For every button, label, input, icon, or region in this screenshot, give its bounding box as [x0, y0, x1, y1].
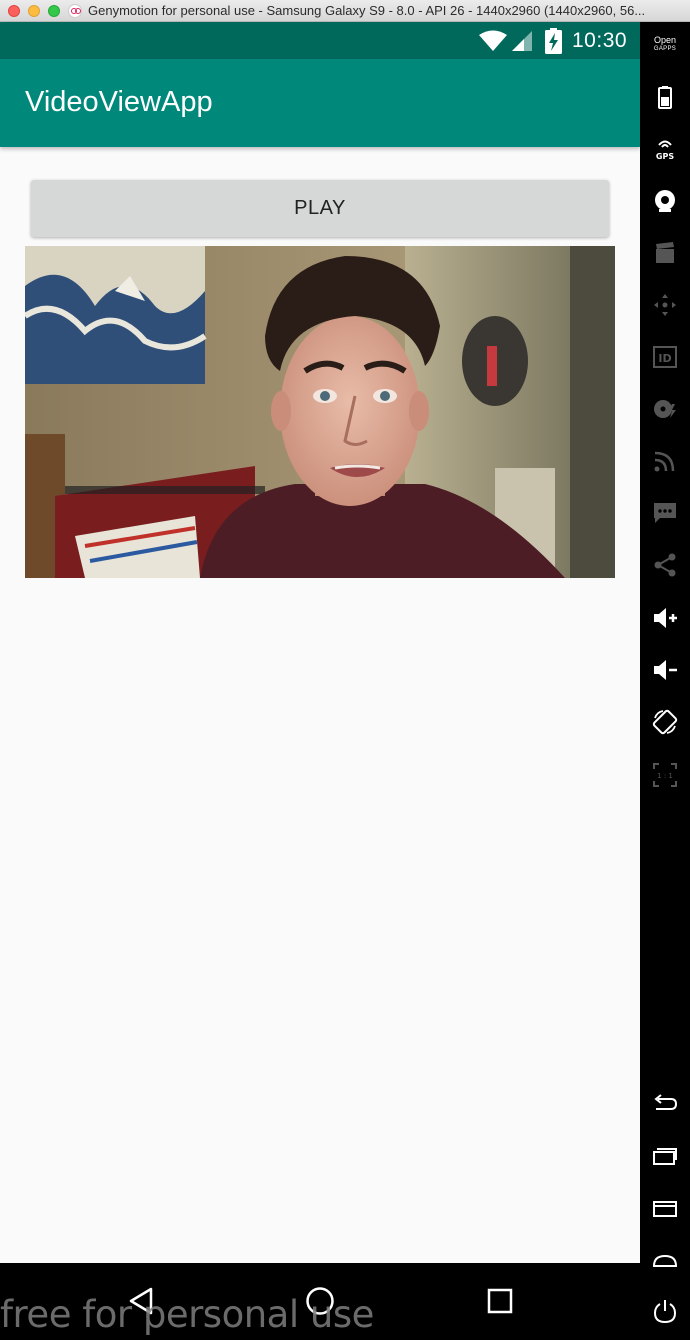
cell-signal-icon	[512, 31, 532, 51]
opengapps-label-line1: Open	[653, 35, 677, 45]
menu-icon	[653, 1201, 677, 1217]
status-clock: 10:30	[572, 29, 628, 52]
app-content: PLAY	[0, 147, 640, 1263]
app-title: VideoViewApp	[25, 86, 213, 118]
gps-icon: GPS	[656, 140, 674, 161]
volume-down-icon	[654, 660, 677, 680]
share-icon	[654, 553, 676, 577]
pixel-perfect-icon: 1 : 1	[653, 763, 677, 787]
back-arrow-icon	[654, 1094, 678, 1110]
pixel-perfect-label: 1 : 1	[657, 772, 673, 780]
home-icon	[652, 1254, 678, 1267]
battery-icon	[658, 86, 672, 109]
message-icon	[654, 503, 676, 523]
volume-down-button[interactable]	[652, 657, 678, 683]
opengapps-label-line2: GAPPS	[653, 46, 677, 52]
battery-charging-icon	[545, 28, 562, 54]
android-home-button[interactable]	[652, 1246, 678, 1272]
android-back-button[interactable]	[652, 1090, 678, 1116]
window-maximize-button[interactable]	[48, 5, 60, 17]
pixel-perfect-button[interactable]: 1 : 1	[652, 762, 678, 788]
play-button[interactable]: PLAY	[31, 180, 609, 237]
id-icon: ID	[653, 346, 677, 368]
rotate-icon	[652, 709, 678, 735]
nav-recents-icon[interactable]	[487, 1288, 513, 1314]
volume-up-icon	[654, 608, 677, 628]
android-menu-button[interactable]	[652, 1194, 678, 1220]
genymotion-toolbar: Open GAPPS GPS ID 1: 1	[640, 22, 690, 1340]
id-label: ID	[658, 352, 671, 365]
webcam-icon	[655, 190, 675, 212]
disk-io-icon	[654, 400, 676, 418]
clapperboard-icon	[656, 242, 674, 263]
genymotion-watermark: free for personal use	[0, 1293, 374, 1336]
power-icon	[653, 1300, 677, 1324]
dpad-widget-button[interactable]	[652, 292, 678, 318]
video-view[interactable]	[25, 246, 615, 578]
disk-io-button[interactable]	[652, 396, 678, 422]
android-status-bar: 10:30	[0, 22, 640, 59]
dpad-icon	[654, 294, 676, 316]
rotate-button[interactable]	[652, 709, 678, 735]
device-id-button[interactable]: ID	[652, 344, 678, 370]
power-button[interactable]	[652, 1298, 678, 1324]
opengapps-button[interactable]: Open GAPPS	[646, 36, 684, 54]
screen-capture-button[interactable]	[652, 240, 678, 266]
window-minimize-button[interactable]	[28, 5, 40, 17]
window-title: Genymotion for personal use - Samsung Ga…	[88, 3, 646, 18]
volume-up-button[interactable]	[652, 605, 678, 631]
battery-widget-button[interactable]	[652, 84, 678, 110]
video-frame-image	[25, 246, 615, 578]
wifi-icon	[479, 30, 507, 51]
window-close-button[interactable]	[8, 5, 20, 17]
gps-label: GPS	[656, 152, 674, 161]
recent-apps-icon	[653, 1148, 677, 1165]
window-title-bar[interactable]: Genymotion for personal use - Samsung Ga…	[0, 0, 690, 22]
network-widget-button[interactable]	[652, 448, 678, 474]
gps-widget-button[interactable]: GPS	[652, 136, 678, 162]
genymotion-logo-icon	[68, 4, 82, 18]
phone-sms-button[interactable]	[652, 500, 678, 526]
android-recent-apps-button[interactable]	[652, 1142, 678, 1168]
share-button[interactable]	[652, 552, 678, 578]
app-action-bar: VideoViewApp	[0, 59, 640, 147]
network-icon	[654, 451, 675, 472]
webcam-widget-button[interactable]	[652, 188, 678, 214]
